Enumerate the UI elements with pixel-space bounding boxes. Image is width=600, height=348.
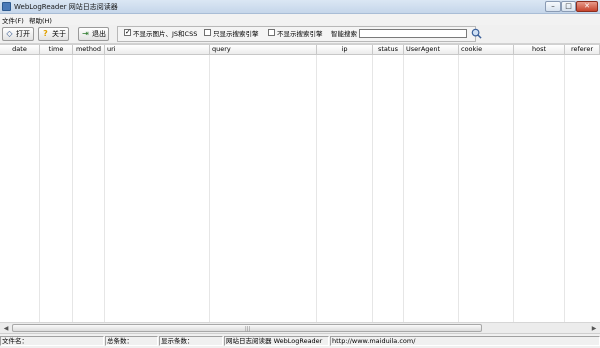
window-title: WebLogReader 网站日志阅读器 bbox=[14, 3, 118, 11]
help-icon: ? bbox=[43, 29, 48, 38]
column-header-ip[interactable]: ip bbox=[317, 45, 373, 55]
hide-search-engines-checkbox[interactable] bbox=[268, 29, 275, 36]
column-divider bbox=[513, 55, 514, 323]
column-divider bbox=[564, 55, 565, 323]
column-header-uri[interactable]: uri bbox=[105, 45, 210, 55]
menu-bar: 文件(F) 帮助(H) bbox=[0, 14, 600, 25]
scroll-right-icon[interactable]: ▶ bbox=[589, 324, 599, 333]
only-search-engines-label[interactable]: 只显示搜索引擎 bbox=[213, 28, 259, 38]
about-button-label: 关于 bbox=[52, 30, 66, 38]
toolbar: ◇ 打开 ? 关于 ⇥ 退出 ✓ 不显示图片、JS和CSS 只显示搜索引擎 不显示搜索… bbox=[0, 25, 600, 44]
column-divider bbox=[72, 55, 73, 323]
hide-images-label[interactable]: 不显示图片、JS和CSS bbox=[133, 28, 197, 38]
column-divider bbox=[39, 55, 40, 323]
open-button[interactable]: ◇ 打开 bbox=[2, 27, 34, 41]
only-search-engines-checkbox[interactable] bbox=[204, 29, 211, 36]
app-icon bbox=[2, 2, 11, 11]
open-icon: ◇ bbox=[6, 29, 13, 38]
column-header-useragent[interactable]: UserAgent bbox=[404, 45, 459, 55]
menu-help[interactable]: 帮助(H) bbox=[29, 15, 52, 25]
column-divider bbox=[104, 55, 105, 323]
search-icon[interactable] bbox=[471, 28, 482, 39]
column-header-method[interactable]: method bbox=[73, 45, 105, 55]
column-divider bbox=[403, 55, 404, 323]
hide-search-engines-label[interactable]: 不显示搜索引擎 bbox=[277, 28, 323, 38]
horizontal-scrollbar[interactable]: ◀ ||| ▶ bbox=[0, 322, 600, 333]
column-header-time[interactable]: time bbox=[40, 45, 73, 55]
column-header-query[interactable]: query bbox=[210, 45, 317, 55]
status-bar: 文件名： 总条数： 显示条数： 网站日志阅读器 WebLogReader htt… bbox=[0, 333, 600, 348]
close-button[interactable]: ✕ bbox=[576, 1, 598, 12]
column-divider bbox=[316, 55, 317, 323]
status-shown-count: 显示条数： bbox=[159, 336, 223, 346]
minimize-button[interactable]: – bbox=[545, 1, 561, 12]
status-total-count: 总条数： bbox=[105, 336, 158, 346]
column-header-status[interactable]: status bbox=[373, 45, 404, 55]
open-button-label: 打开 bbox=[16, 30, 30, 38]
column-header-referer[interactable]: referer bbox=[565, 45, 600, 55]
log-table[interactable]: date time method uri query ip status Use… bbox=[0, 44, 600, 323]
status-app-name: 网站日志阅读器 WebLogReader bbox=[224, 336, 329, 346]
scrollbar-thumb[interactable]: ||| bbox=[12, 324, 482, 332]
column-header-date[interactable]: date bbox=[0, 45, 40, 55]
status-url-link[interactable]: http://www.maiduila.com/ bbox=[330, 336, 600, 346]
column-header-cookie[interactable]: cookie bbox=[459, 45, 514, 55]
menu-file[interactable]: 文件(F) bbox=[2, 15, 24, 25]
exit-button-label: 退出 bbox=[92, 30, 106, 38]
exit-icon: ⇥ bbox=[82, 29, 89, 38]
scroll-left-icon[interactable]: ◀ bbox=[1, 324, 11, 333]
maximize-button[interactable]: □ bbox=[561, 1, 576, 12]
smart-search-label: 智能搜索 bbox=[331, 30, 357, 38]
exit-button[interactable]: ⇥ 退出 bbox=[78, 27, 109, 41]
column-divider bbox=[372, 55, 373, 323]
column-divider bbox=[458, 55, 459, 323]
smart-search-input[interactable] bbox=[359, 29, 467, 38]
column-header-host[interactable]: host bbox=[514, 45, 565, 55]
grip-icon: ||| bbox=[245, 326, 251, 332]
title-bar[interactable]: WebLogReader 网站日志阅读器 – □ ✕ bbox=[0, 0, 600, 14]
status-file-name: 文件名： bbox=[0, 336, 104, 346]
hide-images-checkbox[interactable]: ✓ bbox=[124, 29, 131, 36]
column-divider bbox=[209, 55, 210, 323]
about-button[interactable]: ? 关于 bbox=[38, 27, 69, 41]
